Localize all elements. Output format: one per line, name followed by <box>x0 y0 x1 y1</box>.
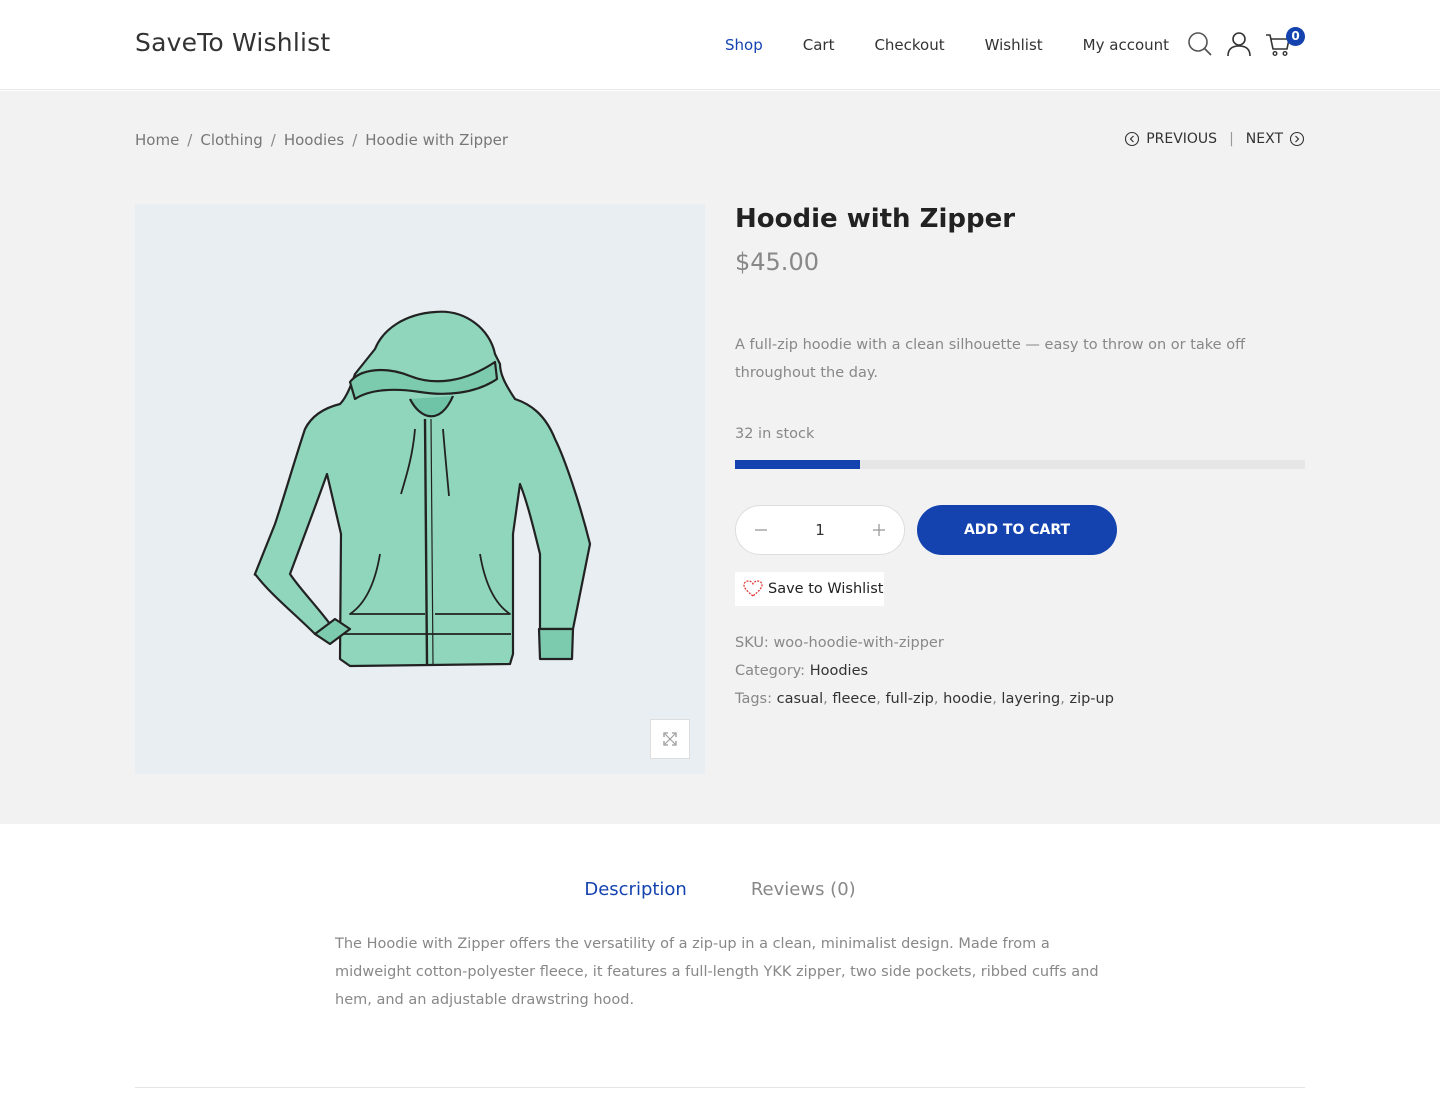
tag-link[interactable]: casual <box>777 691 824 707</box>
search-icon[interactable] <box>1186 30 1214 58</box>
nav-item-cart[interactable]: Cart <box>803 36 835 54</box>
tags-label: Tags: <box>735 691 772 707</box>
breadcrumb-home[interactable]: Home <box>135 131 179 149</box>
product-short-description: A full-zip hoodie with a clean silhouett… <box>735 337 1246 381</box>
tag-link[interactable]: full-zip <box>885 691 933 707</box>
product-price: $45.00 <box>735 248 819 276</box>
add-to-cart-button[interactable]: ADD TO CART <box>917 505 1117 555</box>
site-brand[interactable]: SaveTo Wishlist <box>135 28 330 57</box>
minus-icon <box>755 529 767 531</box>
plus-icon <box>873 524 885 536</box>
expand-icon <box>663 732 677 746</box>
nav-item-shop[interactable]: Shop <box>725 36 763 54</box>
stock-progress-fill <box>735 460 861 469</box>
decrease-quantity-button[interactable] <box>750 519 772 541</box>
heart-icon <box>743 580 763 597</box>
sku-label: SKU: <box>735 635 769 651</box>
product-description: The Hoodie with Zipper offers the versat… <box>335 936 1099 1008</box>
site-header: SaveTo Wishlist Shop Cart Checkout Wishl… <box>0 0 1440 90</box>
sku-value: woo-hoodie-with-zipper <box>773 635 944 651</box>
breadcrumb-clothing[interactable]: Clothing <box>200 131 262 149</box>
category-label: Category: <box>735 663 806 679</box>
product-image[interactable] <box>135 204 705 774</box>
previous-label: PREVIOUS <box>1146 131 1218 147</box>
product-tabs: Description Reviews (0) <box>0 879 1440 900</box>
tag-link[interactable]: hoodie <box>943 691 992 707</box>
tab-reviews[interactable]: Reviews (0) <box>751 879 856 900</box>
nav-item-wishlist[interactable]: Wishlist <box>985 36 1043 54</box>
quantity-stepper <box>735 505 905 555</box>
tag-link[interactable]: zip-up <box>1069 691 1113 707</box>
main-nav: Shop Cart Checkout Wishlist My account <box>725 36 1209 54</box>
stock-status: 32 in stock <box>735 426 815 442</box>
breadcrumb-separator: / <box>187 131 193 149</box>
breadcrumb-hoodies[interactable]: Hoodies <box>284 131 344 149</box>
tag-link[interactable]: layering <box>1001 691 1060 707</box>
previous-product-link[interactable]: PREVIOUS <box>1124 131 1217 147</box>
breadcrumb-current: Hoodie with Zipper <box>365 131 509 149</box>
tab-description[interactable]: Description <box>584 879 687 900</box>
quantity-input[interactable] <box>790 521 850 539</box>
cart-count-badge: 0 <box>1286 27 1305 46</box>
pager-separator: | <box>1229 131 1234 147</box>
divider <box>135 1087 1305 1088</box>
increase-quantity-button[interactable] <box>868 519 890 541</box>
chevron-right-icon <box>1289 131 1305 147</box>
stock-progress-bar <box>735 460 1305 469</box>
nav-item-checkout[interactable]: Checkout <box>874 36 944 54</box>
nav-item-my-account[interactable]: My account <box>1083 36 1169 54</box>
product-title: Hoodie with Zipper <box>735 204 1016 234</box>
breadcrumb-separator: / <box>352 131 358 149</box>
zoom-button[interactable] <box>650 719 690 759</box>
user-icon[interactable] <box>1225 30 1253 58</box>
breadcrumb-separator: / <box>270 131 276 149</box>
product-category: Category: Hoodies <box>735 663 868 679</box>
save-to-wishlist-button[interactable]: Save to Wishlist <box>735 572 884 606</box>
product-pager: PREVIOUS | NEXT <box>1124 131 1305 147</box>
next-label: NEXT <box>1245 131 1283 147</box>
product-tags: Tags: casual, fleece, full-zip, hoodie, … <box>735 691 1114 707</box>
tag-link[interactable]: fleece <box>832 691 876 707</box>
category-link[interactable]: Hoodies <box>810 663 868 679</box>
wishlist-label: Save to Wishlist <box>768 581 884 597</box>
hoodie-illustration <box>253 310 592 668</box>
breadcrumb: Home / Clothing / Hoodies / Hoodie with … <box>135 131 508 149</box>
next-product-link[interactable]: NEXT <box>1246 131 1305 147</box>
chevron-left-icon <box>1125 131 1140 147</box>
product-sku: SKU: woo-hoodie-with-zipper <box>735 635 944 651</box>
